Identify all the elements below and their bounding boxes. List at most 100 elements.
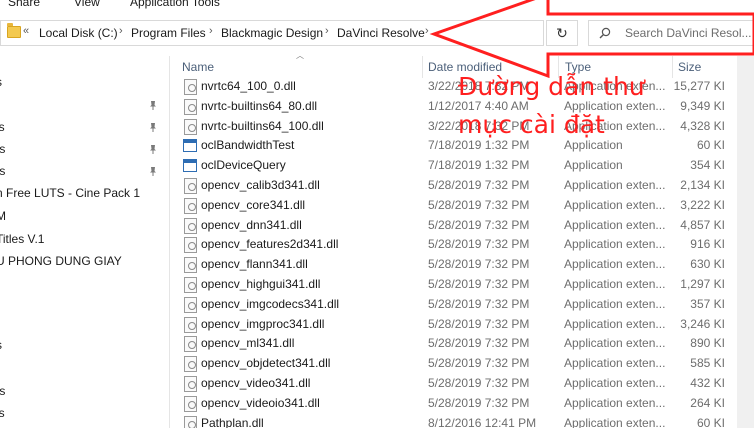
dll-file-icon xyxy=(184,197,197,214)
file-row[interactable]: opencv_flann341.dll 5/28/2019 7:32 PM Appl… xyxy=(180,255,754,275)
nav-item[interactable]: U PHONG DUNG GIAY xyxy=(0,254,122,268)
crumb-local-disk[interactable]: Local Disk (C:) xyxy=(39,26,118,40)
file-size: 4,328 KI xyxy=(680,118,725,133)
file-name: opencv_features2d341.dll xyxy=(201,237,339,252)
file-row[interactable]: opencv_objdetect341.dll 5/28/2019 7:32 PM… xyxy=(180,354,754,374)
dll-file-icon xyxy=(184,415,197,428)
dll-file-icon xyxy=(184,217,197,234)
dll-file-icon xyxy=(184,98,197,115)
file-size: 3,222 KI xyxy=(680,197,725,212)
file-row[interactable]: opencv_highgui341.dll 5/28/2019 7:32 PM Ap… xyxy=(180,275,754,295)
file-date-modified: 5/28/2019 7:32 PM xyxy=(428,296,530,311)
file-date-modified: 5/28/2019 7:32 PM xyxy=(428,376,530,390)
dll-file-icon xyxy=(184,277,197,293)
tab-view[interactable]: View xyxy=(74,0,100,9)
nav-item[interactable]: n Free LUTS - Cine Pack 1 xyxy=(0,186,140,200)
search-input[interactable]: Search DaVinci Resol... xyxy=(588,20,754,46)
file-row[interactable]: oclBandwidthTest 7/18/2019 1:32 PM Applica… xyxy=(180,136,754,156)
tab-share[interactable]: Share xyxy=(8,0,40,9)
file-name: nvrtc-builtins64_80.dll xyxy=(201,98,318,113)
file-name: Pathplan.dll xyxy=(201,415,264,428)
file-row[interactable]: opencv_video341.dll 5/28/2019 7:32 PM Appl… xyxy=(180,374,754,394)
file-size: 354 KI xyxy=(690,158,725,173)
refresh-icon: ↻ xyxy=(556,24,568,41)
crumb-davinci-resolve[interactable]: DaVinci Resolve xyxy=(337,26,425,40)
file-name: nvrtc-builtins64_100.dll xyxy=(201,118,324,133)
file-size: 916 KI xyxy=(690,237,725,252)
file-name: opencv_imgcodecs341.dll xyxy=(201,296,340,311)
file-row[interactable]: opencv_calib3d341.dll 5/28/2019 7:32 PM Ap… xyxy=(180,176,754,196)
crumb-blackmagic-design[interactable]: Blackmagic Design xyxy=(221,26,323,40)
dll-file-icon xyxy=(184,296,197,313)
file-row[interactable]: opencv_features2d341.dll 5/28/2019 7:32 P… xyxy=(180,235,754,255)
crumb-separator-icon[interactable]: › xyxy=(209,25,213,37)
file-row[interactable]: Pathplan.dll 8/12/2016 12:41 PM Applicatio… xyxy=(180,414,754,428)
nav-item[interactable]: ts xyxy=(0,164,5,178)
file-size: 60 KI xyxy=(696,415,725,428)
file-name: opencv_highgui341.dll xyxy=(201,277,321,291)
pin-icon[interactable] xyxy=(148,122,158,132)
crumb-separator-icon[interactable]: › xyxy=(119,25,123,37)
refresh-button[interactable]: ↻ xyxy=(546,20,578,46)
pin-icon[interactable] xyxy=(148,100,158,110)
application-icon xyxy=(183,139,197,153)
dll-file-icon xyxy=(184,376,197,392)
file-type: Application xyxy=(564,158,623,173)
sort-ascending-icon: ︿ xyxy=(296,51,304,60)
crumb-separator-icon[interactable]: › xyxy=(325,25,329,37)
file-row[interactable]: opencv_dnn341.dll 5/28/2019 7:32 PM Applic… xyxy=(180,216,754,236)
ribbon-tabs: Share View Application Tools xyxy=(0,0,754,12)
file-row[interactable]: opencv_videoio341.dll 5/28/2019 7:32 PM Ap… xyxy=(180,394,754,414)
column-divider[interactable] xyxy=(422,56,423,78)
address-bar[interactable]: « Local Disk (C:) › Program Files › Blac… xyxy=(0,20,544,46)
nav-item[interactable]: s xyxy=(0,75,2,89)
file-name: oclDeviceQuery xyxy=(201,158,286,173)
pin-icon[interactable] xyxy=(148,144,158,154)
dll-file-icon xyxy=(184,316,197,333)
nav-item[interactable]: ts xyxy=(0,384,5,398)
file-name: opencv_videoio341.dll xyxy=(201,395,320,410)
file-size: 890 KI xyxy=(690,336,725,351)
pin-icon[interactable] xyxy=(148,166,158,176)
search-placeholder: Search DaVinci Resol... xyxy=(625,26,752,40)
file-size: 2,134 KI xyxy=(680,178,725,192)
nav-item[interactable]: ls xyxy=(0,120,5,134)
dll-file-icon xyxy=(184,178,197,194)
file-date-modified: 5/28/2019 7:32 PM xyxy=(428,197,530,212)
file-row[interactable]: opencv_imgcodecs341.dll 5/28/2019 7:32 PM… xyxy=(180,295,754,315)
nav-item[interactable]: ls xyxy=(0,406,5,420)
column-divider[interactable] xyxy=(672,56,673,78)
file-size: 15,277 KI xyxy=(673,79,725,93)
file-size: 9,349 KI xyxy=(680,98,725,113)
address-row: « Local Disk (C:) › Program Files › Blac… xyxy=(0,12,754,56)
crumb-separator-icon[interactable]: › xyxy=(425,25,429,37)
file-date-modified: 5/28/2019 7:32 PM xyxy=(428,257,530,272)
file-size: 4,857 KI xyxy=(680,217,725,232)
file-row[interactable]: opencv_ml341.dll 5/28/2019 7:32 PM Applica… xyxy=(180,334,754,354)
file-row[interactable]: oclDeviceQuery 7/18/2019 1:32 PM Applicati… xyxy=(180,156,754,176)
dll-file-icon xyxy=(184,395,197,412)
file-name: oclBandwidthTest xyxy=(201,138,295,153)
nav-item[interactable]: M xyxy=(0,209,6,223)
file-size: 585 KI xyxy=(690,356,725,371)
tab-application-tools[interactable]: Application Tools xyxy=(130,0,220,9)
file-name: opencv_flann341.dll xyxy=(201,257,308,272)
nav-item[interactable]: s xyxy=(0,338,2,352)
overflow-chevron-icon[interactable]: « xyxy=(23,25,29,37)
file-date-modified: 5/28/2019 7:32 PM xyxy=(428,217,530,232)
dll-file-icon xyxy=(184,336,197,353)
vertical-scrollbar[interactable] xyxy=(737,56,754,428)
file-date-modified: 8/12/2016 12:41 PM xyxy=(428,415,537,428)
file-size: 3,246 KI xyxy=(680,316,725,331)
file-date-modified: 5/28/2019 7:32 PM xyxy=(428,395,530,410)
file-row[interactable]: opencv_imgproc341.dll 5/28/2019 7:32 PM Ap… xyxy=(180,315,754,335)
nav-item[interactable]: Titles V.1 xyxy=(0,232,44,246)
file-name: opencv_dnn341.dll xyxy=(201,217,302,232)
file-date-modified: 5/28/2019 7:32 PM xyxy=(428,178,530,192)
nav-item[interactable]: ts xyxy=(0,142,5,156)
folder-icon xyxy=(7,23,21,38)
file-date-modified: 5/28/2019 7:32 PM xyxy=(428,237,530,252)
file-row[interactable]: opencv_core341.dll 5/28/2019 7:32 PM Appli… xyxy=(180,196,754,216)
crumb-program-files[interactable]: Program Files xyxy=(131,26,206,40)
file-name: opencv_core341.dll xyxy=(201,197,306,212)
